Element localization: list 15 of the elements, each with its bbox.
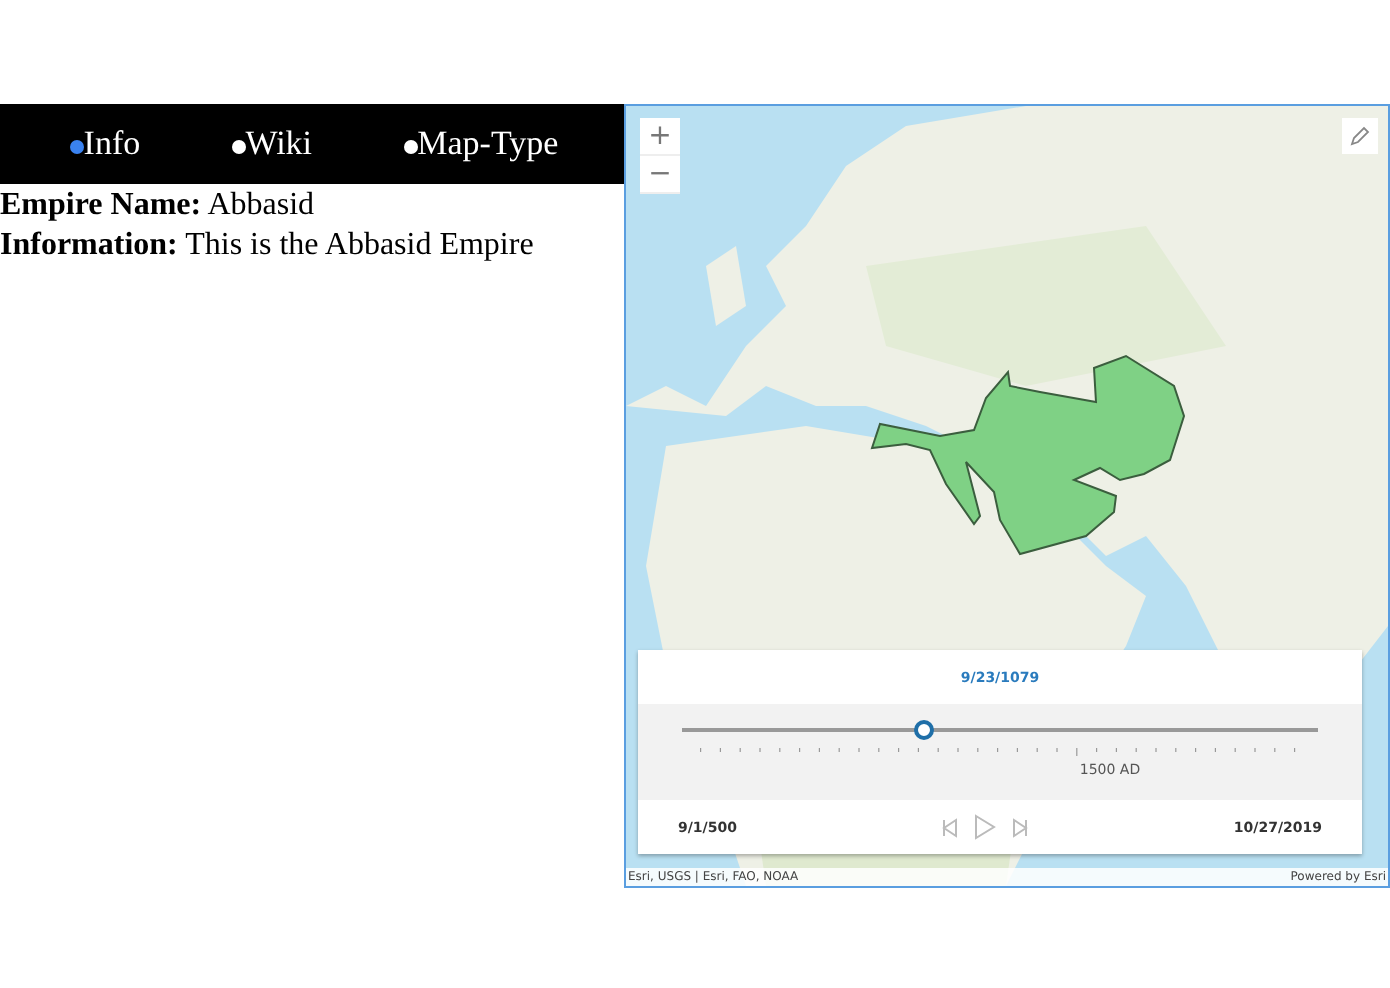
info-line: Information: This is the Abbasid Empire	[0, 226, 536, 266]
previous-icon[interactable]	[942, 817, 959, 837]
tab-label[interactable]: Wiki	[245, 124, 313, 164]
pencil-icon	[1350, 126, 1370, 146]
tab[interactable]: Info	[69, 124, 141, 164]
edit-button[interactable]	[1342, 118, 1378, 154]
tab-label[interactable]: Info	[83, 124, 141, 164]
info-line: Empire Name: Abbasid	[0, 186, 317, 226]
radio-dot[interactable]	[69, 140, 84, 154]
radio-dot[interactable]	[403, 140, 418, 154]
next-icon[interactable]	[1012, 817, 1029, 837]
play-icon[interactable]	[974, 814, 997, 840]
tab[interactable]: Wiki	[231, 124, 313, 164]
slider-thumb[interactable]	[913, 720, 934, 740]
radio-dot[interactable]	[231, 140, 246, 154]
